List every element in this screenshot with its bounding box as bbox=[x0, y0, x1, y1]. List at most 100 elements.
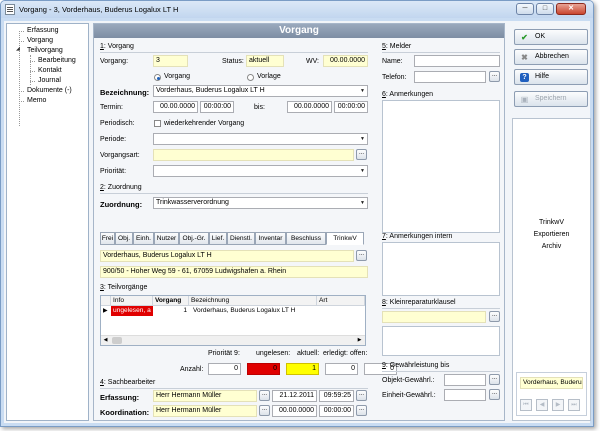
scroll-thumb[interactable] bbox=[112, 337, 122, 344]
tab-dienstl[interactable]: Dienstl. bbox=[227, 232, 255, 245]
status-field[interactable]: aktuell bbox=[246, 55, 284, 67]
hilfe-button[interactable]: ? Hilfe bbox=[514, 69, 588, 85]
koordination-time-field[interactable]: 00:00:00 bbox=[319, 405, 354, 417]
periode-combo[interactable] bbox=[153, 133, 368, 145]
erfassung-browse-button[interactable]: ... bbox=[259, 390, 270, 401]
vorgangsart-browse-button[interactable]: ... bbox=[356, 149, 367, 160]
abbrechen-label: Abbrechen bbox=[535, 53, 569, 60]
tab-obj-gr[interactable]: Obj.-Gr. bbox=[179, 232, 209, 245]
tab-einh[interactable]: Einh. bbox=[133, 232, 154, 245]
anmerkungen-intern-textarea[interactable] bbox=[382, 242, 500, 296]
erfassung-date-button[interactable]: ... bbox=[356, 390, 367, 401]
column-header-vorgang[interactable]: Vorgang bbox=[153, 296, 189, 306]
section-gewaehrleistung-title: 9: Gewährleistung bis bbox=[382, 362, 449, 369]
radio-vorgang[interactable] bbox=[154, 74, 161, 81]
kleinreparatur-browse-button[interactable]: ... bbox=[489, 311, 500, 322]
prioritaet-count-label: Priorität 9: bbox=[208, 350, 240, 357]
objekt-gewaehrl-button[interactable]: ... bbox=[489, 374, 500, 385]
wv-date-field[interactable]: 00.00.0000 bbox=[323, 55, 368, 67]
vorgang-number-field[interactable]: 3 bbox=[153, 55, 188, 67]
bezeichnung-label: Bezeichnung: bbox=[100, 88, 150, 97]
tab-inventar[interactable]: Inventar bbox=[255, 232, 286, 245]
tab-frei[interactable]: Frei bbox=[100, 232, 115, 245]
einheit-gewaehrl-button[interactable]: ... bbox=[489, 389, 500, 400]
tree-line bbox=[19, 91, 24, 92]
link-trinkwv[interactable]: TrinkwV bbox=[513, 219, 590, 226]
koordination-date-field[interactable]: 00.00.0000 bbox=[272, 405, 317, 417]
tree-item-kontakt[interactable]: Kontakt bbox=[38, 67, 62, 74]
section-label: : Melder bbox=[385, 43, 412, 50]
einheit-gewaehrl-field[interactable] bbox=[444, 389, 486, 401]
ok-button[interactable]: ✔ OK bbox=[514, 29, 588, 45]
tree-item-vorgang[interactable]: Vorgang bbox=[27, 37, 53, 44]
tree-line bbox=[30, 61, 35, 62]
nav-first-icon[interactable]: ⏮ bbox=[520, 399, 532, 411]
column-header-art[interactable]: Art bbox=[317, 296, 365, 306]
radio-vorlage[interactable] bbox=[247, 74, 254, 81]
prioritaet-combo[interactable] bbox=[153, 165, 368, 177]
koordination-date-button[interactable]: ... bbox=[356, 405, 367, 416]
melder-telefon-field[interactable] bbox=[414, 71, 486, 83]
erledigt-count-field: 0 bbox=[325, 363, 358, 375]
erfassung-time-field[interactable]: 09:59:25 bbox=[319, 390, 354, 402]
tab-trinkwv[interactable]: TrinkwV bbox=[326, 232, 364, 245]
koordination-browse-button[interactable]: ... bbox=[259, 405, 270, 416]
kleinreparatur-field[interactable] bbox=[382, 311, 486, 323]
row-info-cell[interactable]: ungelesen, a bbox=[111, 306, 153, 316]
link-exportieren[interactable]: Exportieren bbox=[513, 231, 590, 238]
vorgangsart-field[interactable] bbox=[153, 149, 354, 161]
bis-time-field[interactable]: 00:00:00 bbox=[334, 101, 368, 113]
section-sachbearbeiter-title: 4: Sachbearbeiter bbox=[100, 379, 155, 386]
tab-beschluss[interactable]: Beschluss bbox=[286, 232, 326, 245]
scroll-left-icon[interactable]: ◀ bbox=[101, 336, 110, 345]
anmerkungen-textarea[interactable] bbox=[382, 100, 500, 233]
row-vorgang-cell[interactable]: 1 bbox=[153, 306, 187, 316]
nav-last-icon[interactable]: ⏭ bbox=[568, 399, 580, 411]
bis-date-field[interactable]: 00.00.0000 bbox=[287, 101, 332, 113]
tree-line bbox=[19, 101, 24, 102]
zuordnung-combo[interactable]: Trinkwasserverordnung bbox=[153, 197, 368, 209]
tree-item-journal[interactable]: Journal bbox=[38, 77, 61, 84]
melder-name-label: Name: bbox=[382, 58, 403, 65]
tree-line bbox=[19, 41, 24, 42]
einheit-gewaehrl-label: Einheit-Gewährl.: bbox=[382, 392, 436, 399]
tree-item-bearbeitung[interactable]: Bearbeitung bbox=[38, 57, 76, 64]
zuordnung-browse-button[interactable]: ... bbox=[356, 250, 367, 261]
column-header-info[interactable]: Info bbox=[111, 296, 153, 306]
tab-obj[interactable]: Obj. bbox=[115, 232, 133, 245]
erfassung-name-field[interactable]: Herr Hermann Müller bbox=[153, 390, 257, 402]
section-label: : Anmerkungen bbox=[385, 91, 433, 98]
column-header-bezeichnung[interactable]: Bezeichnung bbox=[189, 296, 317, 306]
tree-item-memo[interactable]: Memo bbox=[27, 97, 46, 104]
koordination-name-field[interactable]: Herr Hermann Müller bbox=[153, 405, 257, 417]
periodisch-checkbox[interactable] bbox=[154, 120, 161, 127]
erfassung-date-field[interactable]: 21.12.2011 bbox=[272, 390, 317, 402]
speichern-button[interactable]: ▣ Speichern bbox=[514, 91, 588, 107]
scroll-right-icon[interactable]: ▶ bbox=[355, 336, 364, 345]
bezeichnung-combo[interactable]: Vorderhaus, Buderus Logalux LT H bbox=[153, 85, 368, 97]
termin-date-field[interactable]: 00.00.0000 bbox=[153, 101, 198, 113]
maximize-button[interactable]: □ bbox=[536, 3, 554, 15]
nav-next-icon[interactable]: ▶ bbox=[552, 399, 564, 411]
periodisch-checkbox-label: wiederkehrender Vorgang bbox=[164, 120, 245, 127]
tree-item-erfassung[interactable]: Erfassung bbox=[27, 27, 59, 34]
abbrechen-button[interactable]: ✖ Abbrechen bbox=[514, 49, 588, 65]
melder-name-field[interactable] bbox=[414, 55, 500, 67]
hilfe-label: Hilfe bbox=[535, 73, 550, 80]
collapse-arrow-icon[interactable]: ◢ bbox=[16, 46, 20, 52]
tree-item-teilvorgang[interactable]: Teilvorgang bbox=[27, 47, 63, 54]
objekt-gewaehrl-field[interactable] bbox=[444, 374, 486, 386]
teilvorgaenge-grid: Info Vorgang Bezeichnung Art ▶ ungelesen… bbox=[100, 295, 366, 346]
tab-nutzer[interactable]: Nutzer bbox=[154, 232, 179, 245]
horizontal-scrollbar[interactable]: ◀ ▶ bbox=[101, 335, 365, 345]
tree-item-dokumente[interactable]: Dokumente (-) bbox=[27, 87, 72, 94]
nav-prev-icon[interactable]: ◀ bbox=[536, 399, 548, 411]
section-label: : Gewährleistung bis bbox=[385, 362, 450, 369]
minimize-button[interactable]: ─ bbox=[516, 3, 534, 15]
close-button[interactable]: ✕ bbox=[556, 3, 586, 15]
row-bezeichnung-cell[interactable]: Vorderhaus, Buderus Logalux LT H bbox=[191, 306, 317, 316]
telefon-browse-button[interactable]: ... bbox=[489, 71, 500, 82]
tab-lief[interactable]: Lief. bbox=[209, 232, 227, 245]
link-archiv[interactable]: Archiv bbox=[513, 243, 590, 250]
termin-time-field[interactable]: 00:00:00 bbox=[200, 101, 234, 113]
